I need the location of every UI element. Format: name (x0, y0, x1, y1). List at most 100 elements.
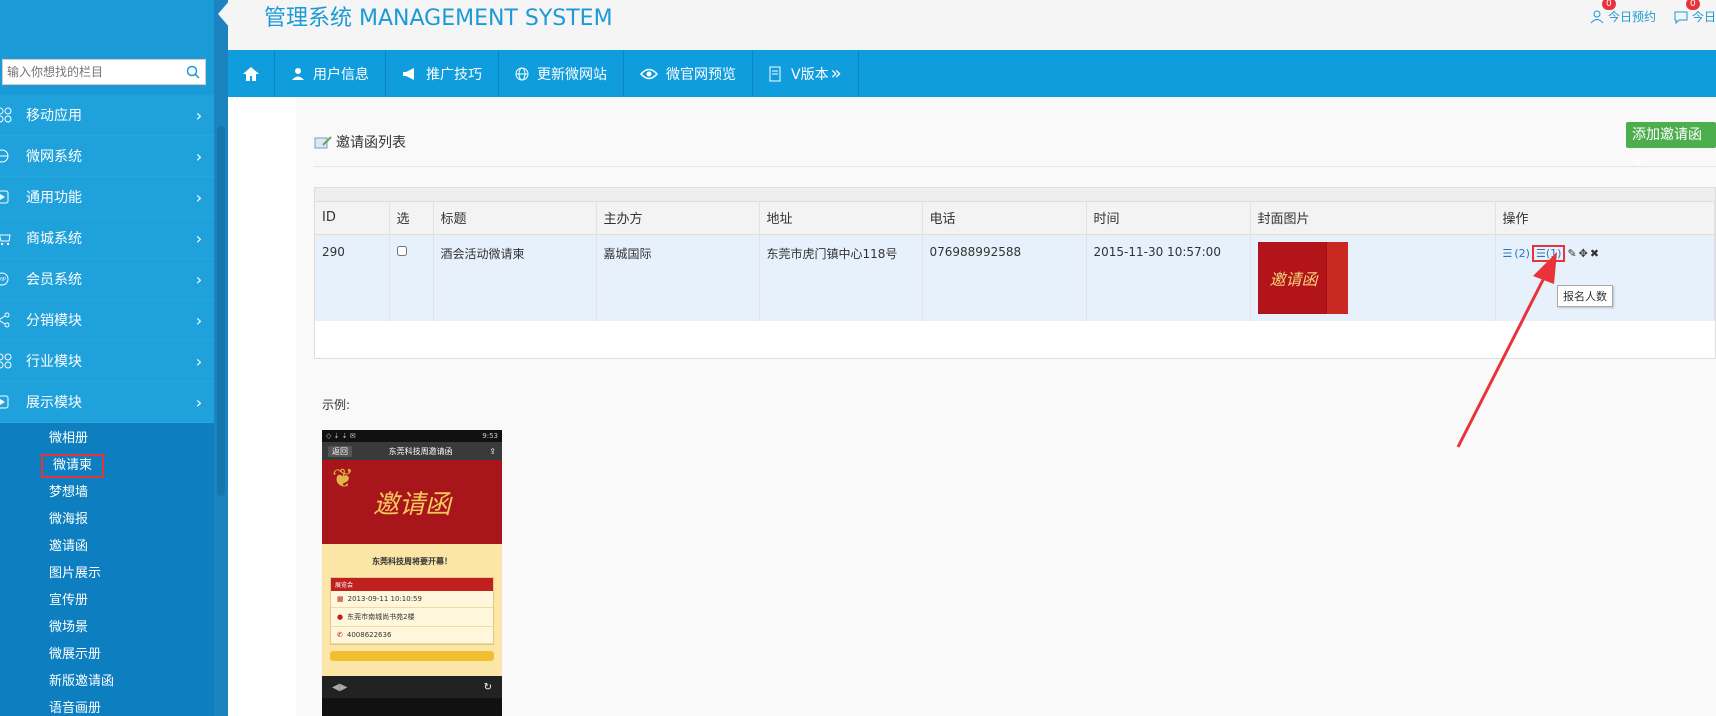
phone-title: 东莞科技周邀请函 (388, 446, 453, 456)
document-icon (769, 66, 781, 81)
chat-icon (1674, 11, 1688, 24)
nav-update-site[interactable]: 更新微网站 (499, 50, 624, 97)
showcase-submenu: 微相册 微请柬 梦想墙 微海报 邀请函 图片展示 宣传册 微场景 微展示册 新版… (0, 423, 214, 716)
column-header[interactable]: ID (315, 202, 390, 235)
location-icon: ● (337, 613, 344, 621)
add-invitation-button[interactable]: 添加邀请函+ (1626, 122, 1716, 169)
phone-body: 东莞科技周将要开幕！ 展览会 ▦ 2013-09-11 10:10:59 ● 东莞市… (322, 544, 502, 676)
cell-ops: ☰ (2) ☰(1) ✎ ✥ ✖ (1495, 234, 1715, 321)
today-appointments-link[interactable]: 0 今日预约 (1590, 0, 1656, 25)
row-checkbox[interactable] (396, 245, 407, 256)
tooltip: 报名人数 (1557, 285, 1613, 307)
submenu-item-label: 微海报 (49, 512, 89, 527)
invitation-table: ID 选 标题 主办方 地址 电话 时间 封面图片 操作 290 酒会活动微请柬… (314, 187, 1716, 359)
count-link[interactable]: (2) (1514, 247, 1530, 260)
refresh-icon: ↻ (483, 681, 492, 693)
megaphone-icon (403, 67, 414, 80)
sidebar-item-industry[interactable]: 行业模块 › (0, 341, 214, 382)
cell-address: 东莞市虎门镇中心118号 (759, 234, 923, 321)
submenu-item-label: 微展示册 (49, 647, 102, 662)
submenu-item-active[interactable]: 微请柬 (0, 452, 214, 479)
sidebar-item-micro-site[interactable]: 微网系统 › (0, 136, 214, 177)
chevron-right-icon: › (195, 228, 203, 248)
sidebar-scrollbar-thumb[interactable] (217, 126, 225, 496)
nav-user-info[interactable]: 用户信息 (275, 50, 386, 97)
sidebar-item-label: 商城系统 (26, 231, 82, 247)
sidebar-item-shop[interactable]: 商城系统 › (0, 218, 214, 259)
column-header[interactable]: 选 (389, 202, 434, 235)
submenu-item[interactable]: 宣传册 (0, 587, 214, 614)
link-label: 今日预约 (1607, 10, 1656, 24)
submenu-item[interactable]: 微展示册 (0, 641, 214, 668)
sidebar-item-members[interactable]: VIP 会员系统 › (0, 259, 214, 300)
user-icon (292, 67, 304, 80)
sidebar-item-mobile-apps[interactable]: 移动应用 › (0, 95, 214, 136)
column-header[interactable]: 时间 (1086, 202, 1251, 235)
submenu-item[interactable]: 语音画册 (0, 695, 214, 716)
submenu-item[interactable]: 图片展示 (0, 560, 214, 587)
edit-icon[interactable]: ✎ (1567, 247, 1576, 260)
submenu-item[interactable]: 微海报 (0, 506, 214, 533)
phone-hero: ❦ 邀请函 (322, 460, 502, 544)
sidebar-item-label: 移动应用 (26, 108, 82, 124)
cell-host: 嘉城国际 (596, 234, 760, 321)
phone-icon: ✆ (337, 631, 343, 639)
sidebar-item-distribution[interactable]: 分销模块 › (0, 300, 214, 341)
search-icon[interactable] (181, 60, 205, 84)
signup-count-button[interactable]: ☰(1) (1531, 244, 1566, 262)
submenu-item[interactable]: 微相册 (0, 425, 214, 452)
phone-action-button (330, 651, 494, 661)
today-messages-link[interactable]: 0 今日 (1674, 0, 1716, 25)
table-toolbar (315, 188, 1715, 202)
column-header[interactable]: 标题 (433, 202, 597, 235)
move-icon[interactable]: ✥ (1579, 247, 1588, 260)
sidebar-item-common-features[interactable]: 通用功能 › (0, 177, 214, 218)
submenu-item[interactable]: 微场景 (0, 614, 214, 641)
edit-list-icon (314, 136, 332, 149)
nav-site-preview[interactable]: 微官网预览 (624, 50, 753, 97)
play-icon (0, 392, 26, 412)
delete-icon[interactable]: ✖ (1590, 247, 1599, 260)
submenu-item[interactable]: 梦想墙 (0, 479, 214, 506)
column-header[interactable]: 操作 (1495, 202, 1715, 235)
column-header[interactable]: 电话 (922, 202, 1087, 235)
phone-number: 4008622636 (346, 631, 392, 639)
app-title: 管理系统 MANAGEMENT SYSTEM (264, 6, 613, 31)
svg-text:VIP: VIP (0, 277, 6, 283)
sidebar-item-showcase[interactable]: 展示模块 › (0, 382, 214, 423)
submenu-item[interactable]: 新版邀请函 (0, 668, 214, 695)
chevron-right-icon: › (195, 310, 203, 330)
calendar-icon: ▦ (337, 595, 344, 603)
sidebar-menu: 移动应用 › 微网系统 › 通用功能 › 商城系统 › VIP 会员系统 › 分… (0, 95, 214, 716)
submenu-item-label: 宣传册 (49, 593, 89, 608)
submenu-item-label: 梦想墙 (49, 485, 89, 500)
hero-text: 邀请函 (372, 489, 451, 520)
list-icon[interactable]: ☰ (1503, 247, 1513, 260)
top-nav: 用户信息 推广技巧 更新微网站 微官网预览 V版本 » (228, 50, 1716, 97)
cover-stripe (1325, 241, 1348, 314)
column-header[interactable]: 地址 (759, 202, 923, 235)
nav-promo-tips[interactable]: 推广技巧 (386, 50, 499, 97)
cart-icon (0, 228, 26, 248)
phone-browser-nav: ◀ ▶ ↻ (322, 676, 502, 698)
list-icon: ☰ (1535, 246, 1546, 260)
globe-icon (0, 146, 26, 166)
page-title: 邀请函列表 (314, 132, 406, 152)
nav-version[interactable]: V版本 » (753, 50, 859, 97)
user-icon (1590, 10, 1604, 23)
nav-label: 微官网预览 (666, 66, 736, 83)
cover-image[interactable]: 邀请函 (1257, 241, 1348, 314)
column-header[interactable]: 主办方 (596, 202, 760, 235)
phone-date: 2013-09-11 10:10:59 (347, 595, 422, 603)
column-header[interactable]: 封面图片 (1250, 202, 1496, 235)
apps-icon (0, 351, 26, 371)
globe-icon (515, 67, 529, 80)
nav-home[interactable] (228, 50, 275, 97)
nav-label: 推广技巧 (426, 66, 482, 83)
sidebar-item-label: 会员系统 (26, 272, 82, 288)
chevron-right-icon: › (195, 269, 203, 289)
cell-id: 290 (315, 234, 390, 321)
example-label: 示例: (322, 398, 351, 412)
submenu-item[interactable]: 邀请函 (0, 533, 214, 560)
sidebar-search-input[interactable] (3, 60, 181, 84)
